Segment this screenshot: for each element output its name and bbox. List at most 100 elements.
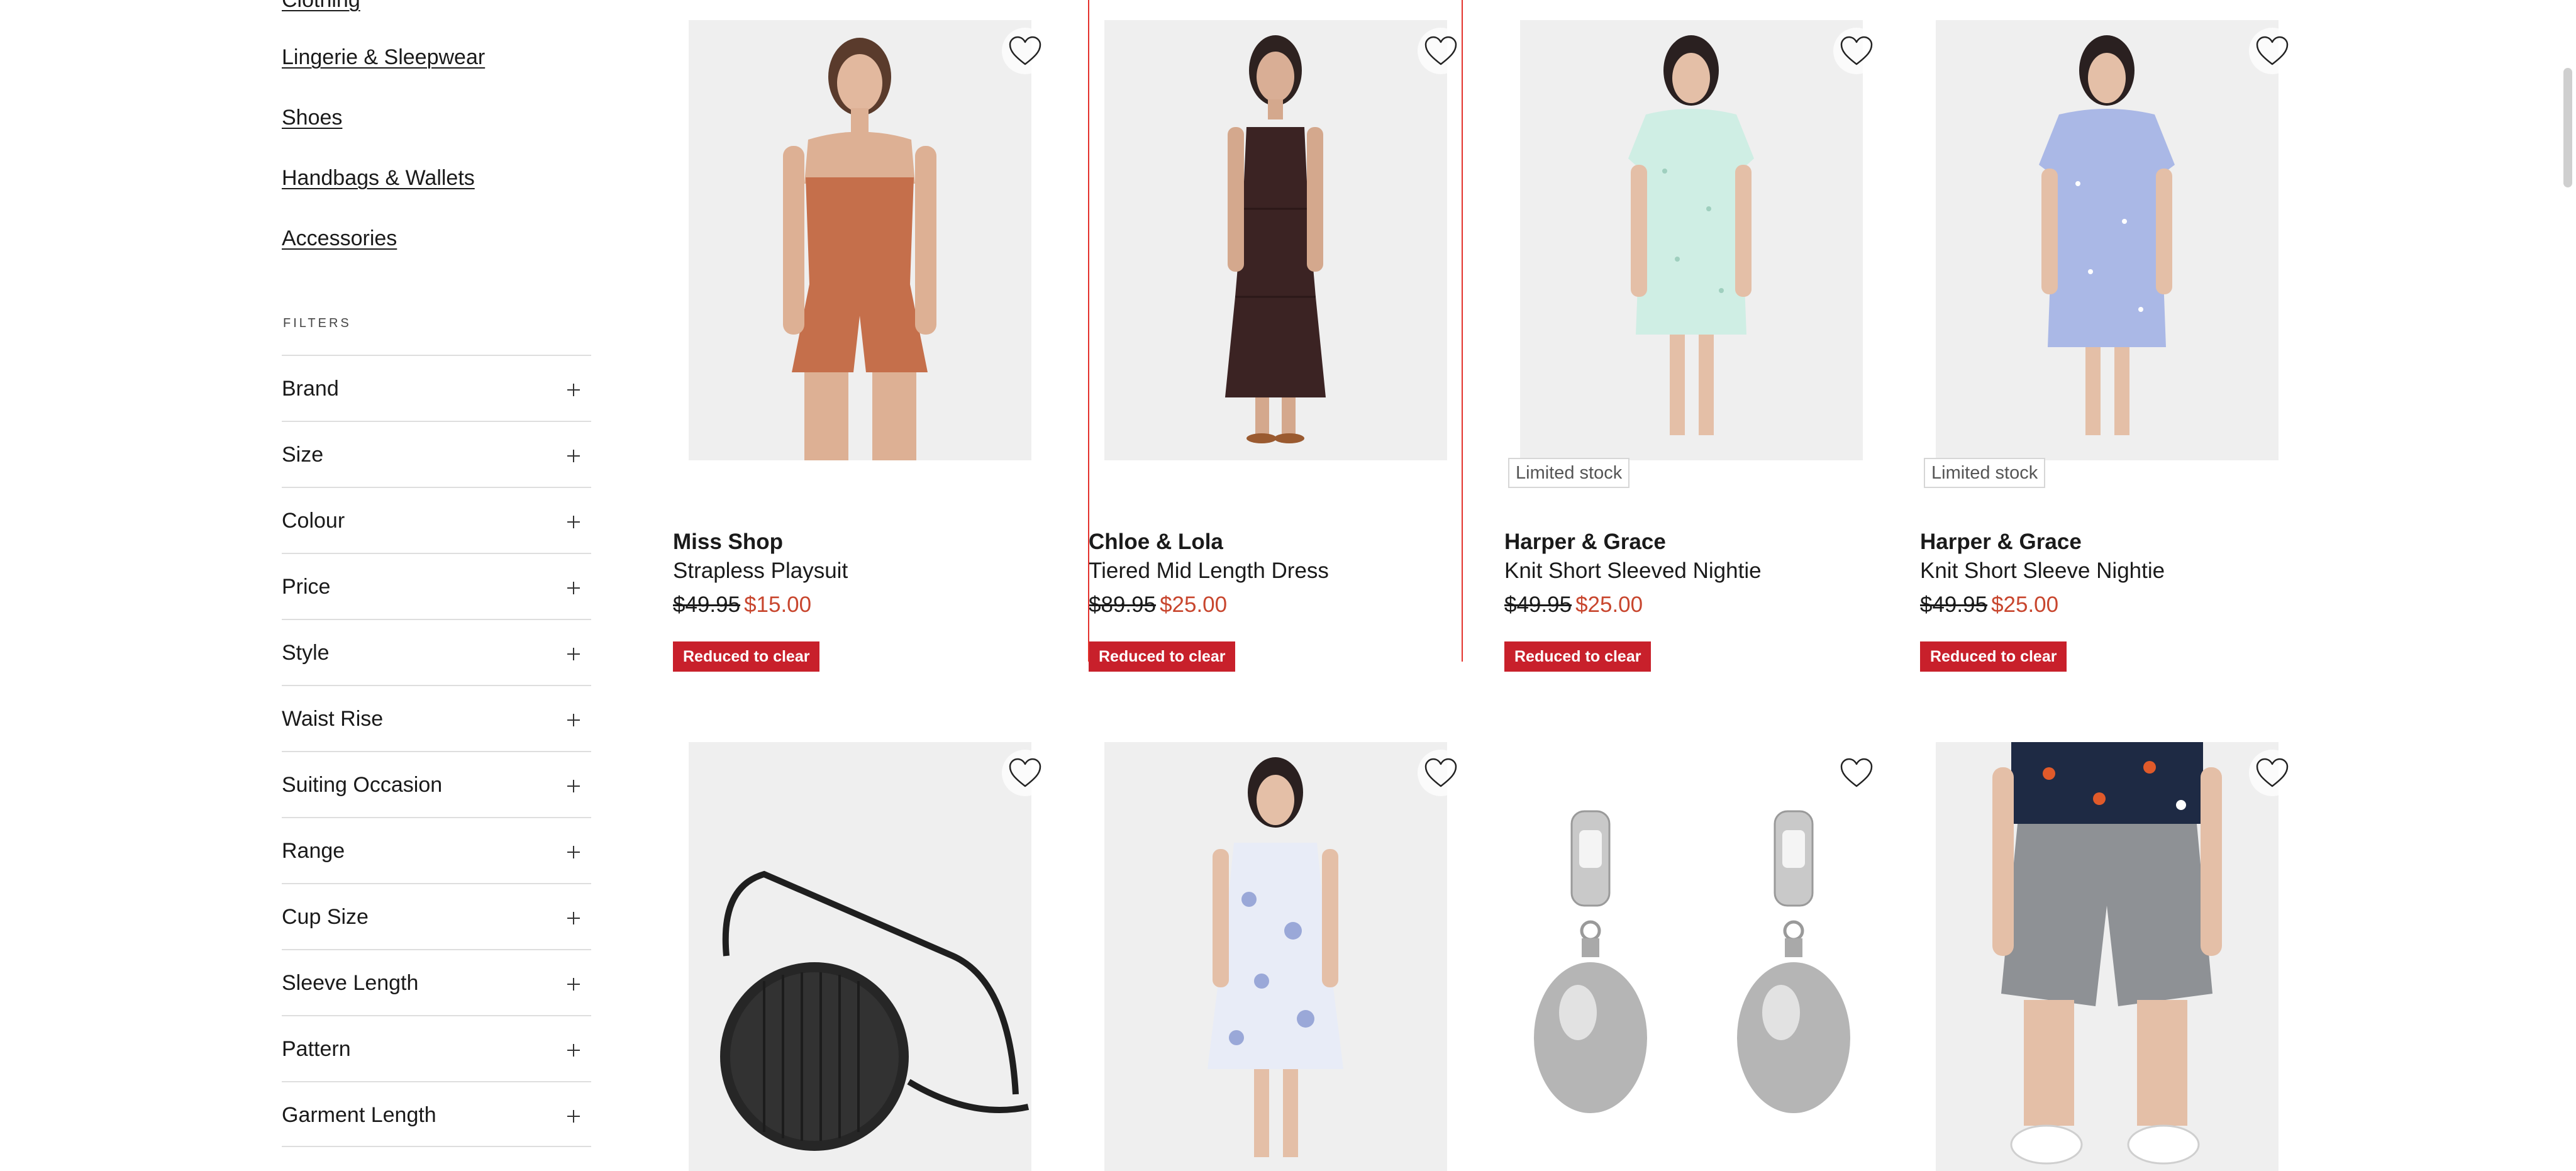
plus-icon — [567, 582, 580, 594]
playsuit-image — [689, 20, 1031, 460]
category-link-shoes[interactable]: Shoes — [282, 105, 342, 130]
product-name[interactable]: Tiered Mid Length Dress — [1089, 557, 1329, 585]
plus-icon — [567, 1044, 580, 1057]
sale-price: $25.00 — [1160, 592, 1228, 617]
heart-outline-icon — [1009, 758, 1041, 787]
product-brand[interactable]: Miss Shop — [673, 528, 783, 556]
product-card[interactable] — [673, 742, 1050, 1171]
product-image[interactable] — [689, 20, 1031, 460]
price-row: $49.95 $25.00 — [1920, 591, 2058, 619]
plus-icon — [567, 978, 580, 991]
plus-icon — [567, 516, 580, 528]
product-name[interactable]: Knit Short Sleeve Nightie — [1920, 557, 2165, 585]
product-image[interactable] — [1936, 20, 2279, 460]
wishlist-button[interactable] — [1418, 750, 1464, 796]
product-image[interactable] — [1520, 742, 1863, 1171]
was-price: $49.95 — [673, 592, 741, 617]
filter-price[interactable]: Price — [282, 553, 591, 619]
hover-outline-left — [1088, 0, 1089, 662]
heart-outline-icon — [1009, 36, 1041, 65]
filter-garment-length[interactable]: Garment Length — [282, 1081, 591, 1147]
product-card[interactable]: Miss Shop Strapless Playsuit $49.95 $15.0… — [673, 20, 1050, 672]
was-price: $49.95 — [1920, 592, 1988, 617]
plus-icon — [567, 450, 580, 462]
filter-label: Waist Rise — [282, 707, 384, 731]
hover-outline-right — [1462, 0, 1463, 662]
product-brand[interactable]: Harper & Grace — [1504, 528, 1666, 556]
filter-label: Brand — [282, 377, 339, 401]
promo-badge: Reduced to clear — [1089, 641, 1236, 672]
filter-waist-rise[interactable]: Waist Rise — [282, 685, 591, 751]
sale-price: $25.00 — [1991, 592, 2059, 617]
heart-outline-icon — [1424, 36, 1457, 65]
promo-badge: Reduced to clear — [1920, 641, 2067, 672]
wishlist-button[interactable] — [1833, 750, 1880, 796]
was-price: $49.95 — [1504, 592, 1572, 617]
filter-size[interactable]: Size — [282, 421, 591, 487]
wishlist-button[interactable] — [1418, 28, 1464, 74]
product-card[interactable] — [1089, 742, 1466, 1171]
was-price: $89.95 — [1089, 592, 1157, 617]
dress-image — [1104, 20, 1447, 460]
category-link-handbags-wallets[interactable]: Handbags & Wallets — [282, 165, 475, 191]
filter-label: Suiting Occasion — [282, 773, 443, 797]
product-name[interactable]: Strapless Playsuit — [673, 557, 848, 585]
wishlist-button[interactable] — [2249, 750, 2296, 796]
category-link-clothing[interactable]: Clothing — [282, 0, 360, 13]
filter-range[interactable]: Range — [282, 817, 591, 883]
filter-label: Size — [282, 443, 324, 467]
product-brand[interactable]: Harper & Grace — [1920, 528, 2082, 556]
heart-outline-icon — [1840, 36, 1873, 65]
stock-badge: Limited stock — [1508, 458, 1630, 488]
filter-cup-size[interactable]: Cup Size — [282, 883, 591, 949]
product-image[interactable] — [1936, 742, 2279, 1171]
product-card[interactable]: Chloe & Lola Tiered Mid Length Dress $89… — [1089, 20, 1466, 672]
filter-brand[interactable]: Brand — [282, 355, 591, 421]
filter-label: Sleeve Length — [282, 971, 419, 995]
filters-heading: FILTERS — [283, 316, 352, 330]
price-row: $49.95 $15.00 — [673, 591, 811, 619]
linen-shorts-image — [1936, 742, 2279, 1171]
product-image[interactable] — [1104, 20, 1447, 460]
plus-icon — [567, 714, 580, 726]
filter-sleeve-length[interactable]: Sleeve Length — [282, 949, 591, 1015]
filter-suiting-occasion[interactable]: Suiting Occasion — [282, 751, 591, 817]
wishlist-button[interactable] — [2249, 28, 2296, 74]
product-card[interactable]: Limited stock Harper & Grace Knit Short … — [1504, 20, 1882, 672]
category-link-accessories[interactable]: Accessories — [282, 226, 397, 251]
product-image[interactable] — [689, 742, 1031, 1171]
product-card[interactable] — [1504, 742, 1882, 1171]
filter-label: Pattern — [282, 1037, 351, 1061]
sale-price: $25.00 — [1575, 592, 1643, 617]
filter-label: Garment Length — [282, 1103, 436, 1127]
category-link-lingerie-sleepwear[interactable]: Lingerie & Sleepwear — [282, 45, 485, 70]
scrollbar-thumb[interactable] — [2563, 68, 2572, 187]
price-row: $49.95 $25.00 — [1504, 591, 1643, 619]
promo-badge: Reduced to clear — [1504, 641, 1652, 672]
filter-pattern[interactable]: Pattern — [282, 1015, 591, 1081]
wishlist-button[interactable] — [1833, 28, 1880, 74]
product-brand[interactable]: Chloe & Lola — [1089, 528, 1223, 556]
wishlist-button[interactable] — [1002, 750, 1048, 796]
plus-icon — [567, 1110, 580, 1123]
nightie-image — [1520, 20, 1863, 460]
earrings-image — [1520, 742, 1863, 1171]
floral-nightie-image — [1104, 742, 1447, 1171]
product-card[interactable] — [1920, 742, 2297, 1171]
crossbody-bag-image — [689, 742, 1031, 1171]
product-image[interactable] — [1104, 742, 1447, 1171]
product-name[interactable]: Knit Short Sleeved Nightie — [1504, 557, 1762, 585]
product-image[interactable] — [1520, 20, 1863, 460]
filter-colour[interactable]: Colour — [282, 487, 591, 553]
stock-badge: Limited stock — [1924, 458, 2046, 488]
filter-list: Brand Size Colour Price Style Waist Rise… — [282, 355, 591, 1147]
filter-label: Range — [282, 839, 345, 863]
sale-price: $15.00 — [744, 592, 812, 617]
nightie-image — [1936, 20, 2279, 460]
filter-style[interactable]: Style — [282, 619, 591, 685]
promo-badge: Reduced to clear — [673, 641, 820, 672]
wishlist-button[interactable] — [1002, 28, 1048, 74]
filter-label: Price — [282, 575, 331, 599]
product-card[interactable]: Limited stock Harper & Grace Knit Short … — [1920, 20, 2297, 672]
price-row: $89.95 $25.00 — [1089, 591, 1227, 619]
